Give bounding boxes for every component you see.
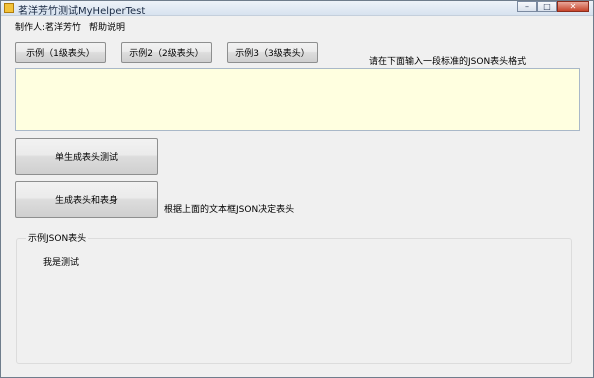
example2-button[interactable]: 示例2（2级表头） bbox=[121, 42, 212, 63]
header-body-button[interactable]: 生成表头和表身 bbox=[15, 181, 158, 218]
window-title: 茗洋芳竹测试MyHelperTest bbox=[18, 6, 146, 17]
menu-bar: 制作人:茗洋芳竹 帮助说明 bbox=[1, 16, 593, 34]
example1-button[interactable]: 示例（1级表头） bbox=[15, 42, 106, 63]
example-group-content: 我是测试 bbox=[43, 258, 80, 268]
app-icon bbox=[4, 3, 14, 13]
window-controls: – □ ✕ bbox=[517, 1, 589, 13]
single-header-button[interactable]: 单生成表头测试 bbox=[15, 138, 158, 175]
menu-item-help[interactable]: 帮助说明 bbox=[89, 20, 125, 33]
example-group-title: 示例JSON表头 bbox=[26, 231, 89, 244]
minimize-button[interactable]: – bbox=[517, 1, 537, 12]
example-groupbox bbox=[16, 238, 572, 364]
close-button[interactable]: ✕ bbox=[557, 1, 589, 12]
title-bar: 茗洋芳竹测试MyHelperTest – □ ✕ bbox=[1, 1, 593, 17]
decide-hint-label: 根据上面的文本框JSON决定表头 bbox=[164, 205, 295, 215]
json-input-textarea[interactable] bbox=[15, 68, 580, 131]
app-window: 茗洋芳竹测试MyHelperTest – □ ✕ 制作人:茗洋芳竹 帮助说明 示… bbox=[0, 0, 594, 378]
json-prompt-label: 请在下面输入一段标准的JSON表头格式 bbox=[369, 57, 527, 67]
menu-item-author[interactable]: 制作人:茗洋芳竹 bbox=[15, 20, 81, 33]
maximize-button[interactable]: □ bbox=[537, 1, 557, 12]
example3-button[interactable]: 示例3（3级表头） bbox=[227, 42, 318, 63]
